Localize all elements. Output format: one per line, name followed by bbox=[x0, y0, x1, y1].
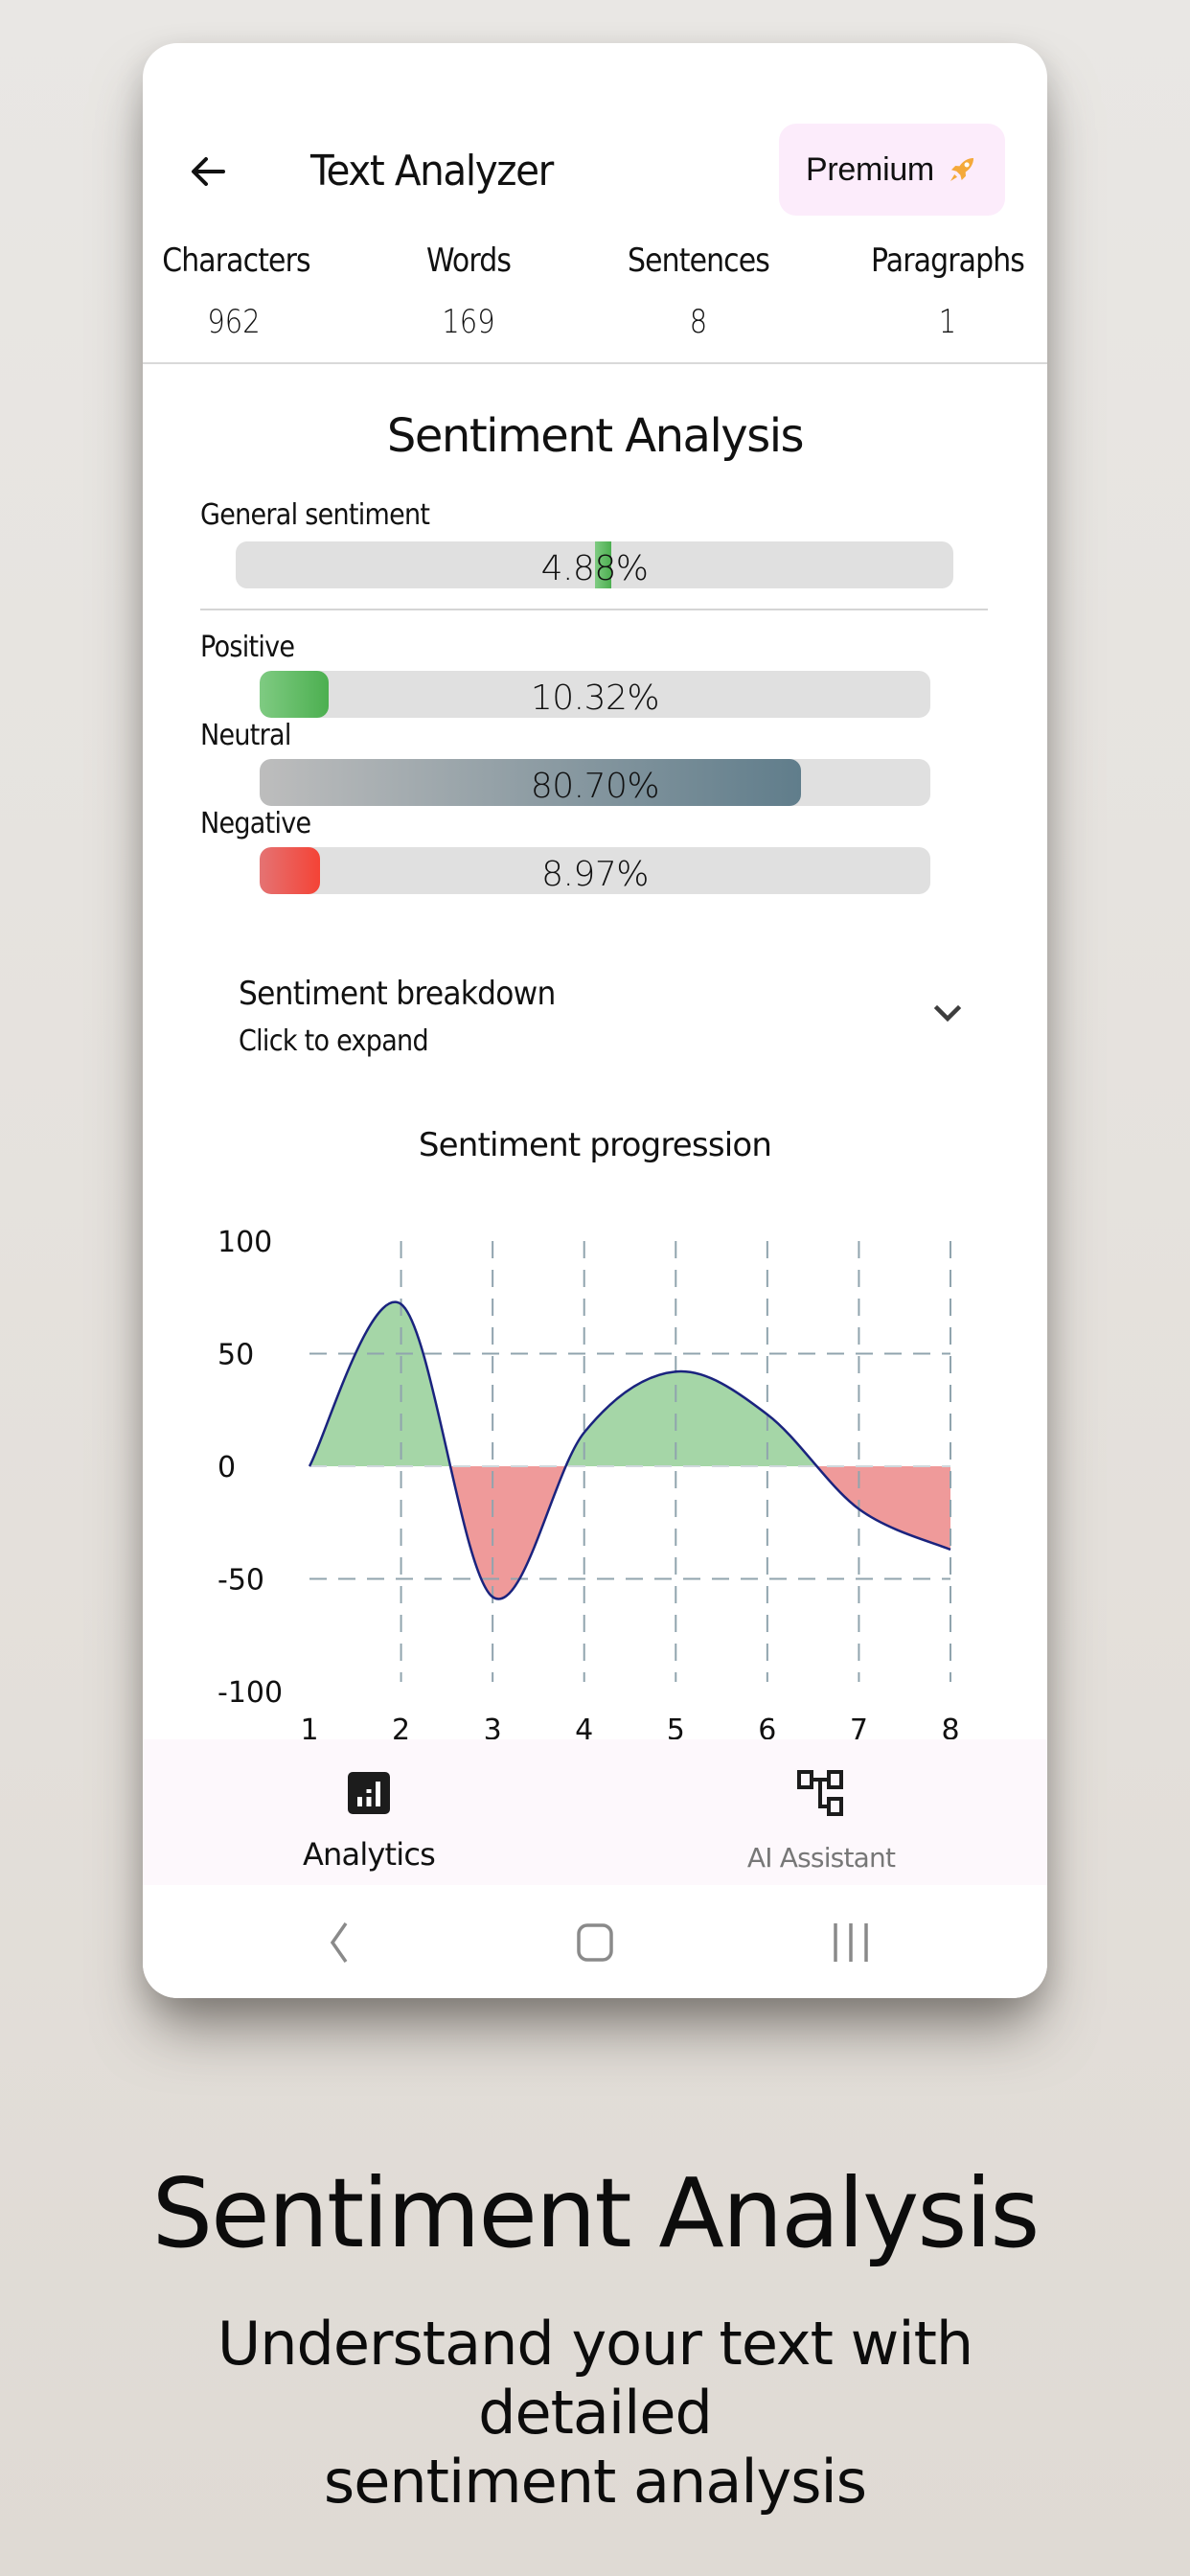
y-tick-label: 0 bbox=[217, 1451, 236, 1484]
negative-label: Negative bbox=[200, 807, 311, 840]
y-tick-label: 50 bbox=[217, 1339, 254, 1372]
stat-label: Sentences bbox=[627, 242, 770, 280]
system-home-icon[interactable] bbox=[566, 1916, 624, 1969]
nav-label: Analytics bbox=[302, 1836, 436, 1873]
divider bbox=[143, 362, 1047, 364]
system-back-icon[interactable] bbox=[311, 1916, 369, 1969]
analytics-icon bbox=[348, 1772, 390, 1814]
stat-paragraphs: Paragraphs 1 bbox=[852, 240, 1043, 343]
sentiment-progression-chart: 100500-50-1001 2 3 4 5 6 7 8 bbox=[217, 1226, 960, 1747]
positive-area bbox=[309, 1301, 950, 1466]
rocket-icon bbox=[946, 153, 978, 186]
premium-label: Premium bbox=[806, 150, 934, 188]
y-tick-label: 100 bbox=[217, 1226, 272, 1259]
sentiment-breakdown-expander[interactable]: Sentiment breakdown Click to expand bbox=[200, 973, 990, 1069]
y-tick-label: -50 bbox=[217, 1564, 264, 1598]
stat-words: Words 169 bbox=[401, 240, 536, 343]
general-sentiment-value: 4.88% bbox=[540, 549, 649, 588]
arrow-left-icon bbox=[192, 157, 225, 186]
stat-label: Paragraphs bbox=[870, 242, 1025, 280]
promo-subtitle-line: Understand your text with detailed bbox=[217, 2309, 973, 2448]
y-tick-label: -100 bbox=[217, 1676, 283, 1710]
positive-bar: 10.32% bbox=[260, 671, 930, 718]
chevron-down-icon bbox=[933, 1004, 962, 1023]
divider bbox=[200, 609, 988, 610]
negative-value: 8.97% bbox=[541, 855, 649, 894]
stat-label: Characters bbox=[162, 242, 310, 280]
stat-sentences: Sentences 8 bbox=[603, 240, 794, 343]
stat-label: Words bbox=[425, 242, 512, 280]
promo-subtitle-line: sentiment analysis bbox=[323, 2447, 867, 2517]
stat-value: 8 bbox=[689, 303, 708, 341]
neutral-bar: 80.70% bbox=[260, 759, 930, 806]
chart-title: Sentiment progression bbox=[418, 1126, 772, 1164]
stat-characters: Characters 962 bbox=[152, 240, 315, 343]
expander-subtitle: Click to expand bbox=[239, 1024, 429, 1058]
section-title: Sentiment Analysis bbox=[386, 409, 805, 463]
back-button[interactable] bbox=[181, 145, 235, 198]
promo-subtitle: Understand your text with detailed senti… bbox=[96, 2310, 1094, 2517]
app-bar: Text Analyzer Premium bbox=[143, 124, 1047, 219]
expander-title: Sentiment breakdown bbox=[239, 975, 556, 1013]
bottom-navigation: Analytics AI Assistant bbox=[143, 1739, 1047, 1885]
nav-label: AI Assistant bbox=[746, 1842, 896, 1874]
system-navigation-bar bbox=[143, 1885, 1047, 1998]
positive-value: 10.32% bbox=[530, 678, 660, 718]
stat-value: 169 bbox=[442, 303, 495, 341]
general-sentiment-bar: 4.88% bbox=[236, 541, 953, 588]
nav-analytics[interactable]: Analytics bbox=[143, 1739, 595, 1885]
phone-screen: Text Analyzer Premium Characters 962 Wor… bbox=[143, 43, 1047, 1998]
stat-value: 1 bbox=[938, 303, 957, 341]
neutral-label: Neutral bbox=[200, 719, 291, 752]
hierarchy-icon bbox=[797, 1770, 843, 1816]
system-recents-icon[interactable] bbox=[822, 1916, 880, 1969]
premium-button[interactable]: Premium bbox=[779, 124, 1005, 216]
negative-bar: 8.97% bbox=[260, 847, 930, 894]
app-title: Text Analyzer bbox=[310, 147, 554, 196]
text-stats: Characters 962 Words 169 Sentences 8 Par… bbox=[143, 240, 1047, 362]
promo-title: Sentiment Analysis bbox=[151, 2157, 1041, 2269]
general-sentiment-label: General sentiment bbox=[200, 498, 430, 532]
positive-label: Positive bbox=[200, 631, 295, 664]
stat-value: 962 bbox=[207, 303, 261, 341]
neutral-value: 80.70% bbox=[530, 767, 660, 806]
nav-ai-assistant[interactable]: AI Assistant bbox=[595, 1739, 1047, 1885]
